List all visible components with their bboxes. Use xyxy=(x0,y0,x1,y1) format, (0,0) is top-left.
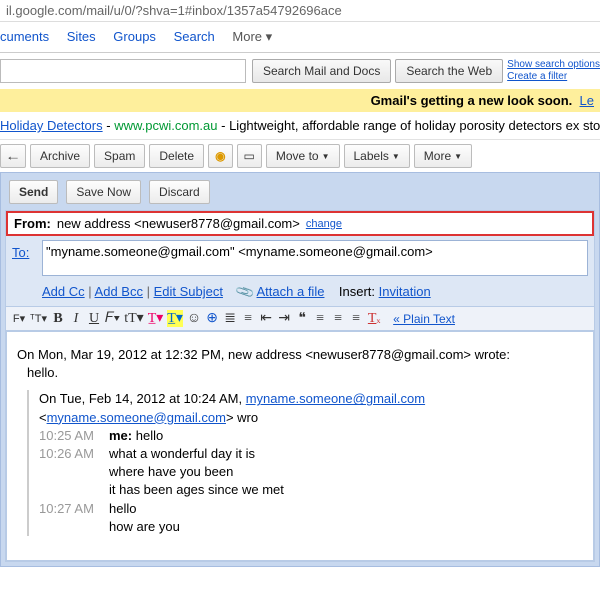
back-button[interactable]: ← xyxy=(0,144,26,168)
compose-buttons: Send Save Now Discard xyxy=(5,177,595,210)
plain-text-link[interactable]: « Plain Text xyxy=(393,312,455,326)
ad-domain: www.pcwi.com.au xyxy=(114,118,217,133)
paperclip-icon: 📎 xyxy=(235,281,257,303)
emoji-button[interactable]: ☺ xyxy=(187,311,201,327)
archive-button[interactable]: Archive xyxy=(30,144,90,168)
create-filter[interactable]: Create a filter xyxy=(507,71,600,83)
outdent-button[interactable]: ⇤ xyxy=(259,310,273,327)
top-nav: cuments Sites Groups Search More ▾ xyxy=(0,22,600,53)
numbered-list-button[interactable]: ≣ xyxy=(223,310,237,327)
nested-header: On Tue, Feb 14, 2012 at 10:24 AM, myname… xyxy=(39,390,583,426)
bold-button[interactable]: B xyxy=(51,311,65,327)
mail-link-2[interactable]: myname.someone@gmail.com xyxy=(47,410,226,425)
search-links: Show search options Create a filter xyxy=(507,59,600,83)
mail-link-1[interactable]: myname.someone@gmail.com xyxy=(246,391,425,406)
discard-button[interactable]: Discard xyxy=(149,180,210,204)
search-web-button[interactable]: Search the Web xyxy=(395,59,503,83)
spam-button[interactable]: Spam xyxy=(94,144,145,168)
minus-box-icon: ▭ xyxy=(244,149,255,163)
move-down-icon-button[interactable]: ◉ xyxy=(208,144,232,168)
add-cc-link[interactable]: Add Cc xyxy=(42,284,85,299)
url-bar: il.google.com/mail/u/0/?shva=1#inbox/135… xyxy=(0,0,600,22)
format-toolbar: F▾ ᵀT▾ B I U 𝐹▾ tT▾ T̲▾ T̲▾ ☺ ⊕ ≣ ≡ ⇤ ⇥ … xyxy=(6,306,594,331)
timestamp: 10:25 AM xyxy=(39,427,109,445)
ad-sep2: - xyxy=(221,118,229,133)
chevron-down-icon: ▼ xyxy=(392,152,400,161)
attach-file-link[interactable]: Attach a file xyxy=(257,284,325,299)
from-label: From: xyxy=(14,216,51,231)
underline-button[interactable]: U xyxy=(87,311,101,327)
quote-button[interactable]: ❝ xyxy=(295,310,309,327)
chat-line: what a wonderful day it is xyxy=(109,445,255,463)
chat-line: it has been ages since we met xyxy=(109,481,284,499)
collapse-icon-button[interactable]: ▭ xyxy=(237,144,262,168)
search-row: Search Mail and Docs Search the Web Show… xyxy=(0,53,600,87)
back-arrow-icon: ← xyxy=(5,149,21,163)
nav-search[interactable]: Search xyxy=(174,29,215,44)
align-right-button[interactable]: ≡ xyxy=(349,311,363,327)
more-button[interactable]: More ▼ xyxy=(414,144,472,168)
banner-link[interactable]: Le xyxy=(580,93,594,108)
align-left-button[interactable]: ≡ xyxy=(313,311,327,327)
chat-line: me: hello xyxy=(109,427,163,445)
quoted-header: On Mon, Mar 19, 2012 at 12:32 PM, new ad… xyxy=(17,346,583,364)
ad-line: Holiday Detectors - www.pcwi.com.au - Li… xyxy=(0,112,600,140)
timestamp: 10:27 AM xyxy=(39,500,109,518)
remove-format-button[interactable]: Tₓ xyxy=(367,311,381,327)
compose-links: Add Cc | Add Bcc | Edit Subject 📎 Attach… xyxy=(6,280,594,306)
nav-sites[interactable]: Sites xyxy=(67,29,96,44)
save-now-button[interactable]: Save Now xyxy=(66,180,141,204)
add-bcc-link[interactable]: Add Bcc xyxy=(95,284,143,299)
show-search-options[interactable]: Show search options xyxy=(507,59,600,71)
new-look-banner: Gmail's getting a new look soon. Le xyxy=(0,89,600,112)
chat-line: where have you been xyxy=(109,463,233,481)
font-face-button[interactable]: F▾ xyxy=(12,312,26,325)
circle-plus-icon: ◉ xyxy=(215,149,225,163)
timestamp: 10:26 AM xyxy=(39,445,109,463)
bullet-list-button[interactable]: ≡ xyxy=(241,311,255,327)
text-color-button[interactable]: T̲▾ xyxy=(148,310,164,327)
to-input[interactable]: "myname.someone@gmail.com" <myname.someo… xyxy=(42,240,588,276)
nav-groups[interactable]: Groups xyxy=(113,29,156,44)
indent-button[interactable]: ⇥ xyxy=(277,310,291,327)
nav-documents[interactable]: cuments xyxy=(0,29,49,44)
compose-body[interactable]: On Mon, Mar 19, 2012 at 12:32 PM, new ad… xyxy=(6,331,594,561)
search-input[interactable] xyxy=(0,59,246,83)
search-mail-button[interactable]: Search Mail and Docs xyxy=(252,59,391,83)
ad-title[interactable]: Holiday Detectors xyxy=(0,118,103,133)
italic-button[interactable]: I xyxy=(69,311,83,327)
from-value: new address <newuser8778@gmail.com> xyxy=(57,216,300,231)
chevron-down-icon: ▼ xyxy=(454,152,462,161)
insert-invitation-link[interactable]: Invitation xyxy=(379,284,431,299)
send-button[interactable]: Send xyxy=(9,180,58,204)
nav-more[interactable]: More ▾ xyxy=(232,29,272,44)
compose-inner: From: new address <newuser8778@gmail.com… xyxy=(5,210,595,562)
chevron-down-icon: ▼ xyxy=(322,152,330,161)
ad-sep: - xyxy=(106,118,114,133)
from-row-highlighted: From: new address <newuser8778@gmail.com… xyxy=(6,211,594,236)
edit-subject-link[interactable]: Edit Subject xyxy=(154,284,223,299)
move-to-button[interactable]: Move to ▼ xyxy=(266,144,340,168)
nested-quote: On Tue, Feb 14, 2012 at 10:24 AM, myname… xyxy=(27,390,583,536)
highlight-button[interactable]: T̲▾ xyxy=(167,310,183,327)
ad-desc: Lightweight, affordable range of holiday… xyxy=(229,118,600,133)
quoted-hello: hello. xyxy=(27,364,583,382)
text-size-button[interactable]: tT▾ xyxy=(124,310,143,327)
chat-line: how are you xyxy=(109,518,180,536)
font-size-button[interactable]: ᵀT▾ xyxy=(30,312,47,325)
message-toolbar: ← Archive Spam Delete ◉ ▭ Move to ▼ Labe… xyxy=(0,140,600,172)
insert-label: Insert: xyxy=(339,284,375,299)
change-from-link[interactable]: change xyxy=(306,218,342,230)
delete-button[interactable]: Delete xyxy=(149,144,204,168)
chat-line: hello xyxy=(109,500,136,518)
font-style-button[interactable]: 𝐹▾ xyxy=(105,311,120,327)
align-center-button[interactable]: ≡ xyxy=(331,311,345,327)
banner-text: Gmail's getting a new look soon. xyxy=(371,93,573,108)
link-button[interactable]: ⊕ xyxy=(205,310,219,327)
labels-button[interactable]: Labels ▼ xyxy=(344,144,410,168)
to-label[interactable]: To: xyxy=(12,240,42,260)
to-row: To: "myname.someone@gmail.com" <myname.s… xyxy=(6,236,594,280)
compose-panel: Send Save Now Discard From: new address … xyxy=(0,172,600,567)
